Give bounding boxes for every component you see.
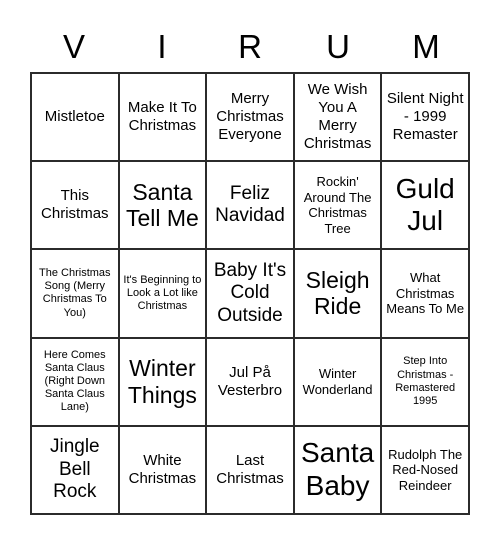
bingo-cell-2-4[interactable]: What Christmas Means To Me — [382, 250, 470, 339]
bingo-cell-label: Rudolph The Red-Nosed Reindeer — [388, 446, 463, 493]
bingo-cell-label: Baby It's Cold Outside — [213, 259, 287, 326]
bingo-cell-1-4[interactable]: Guld Jul — [382, 162, 470, 251]
bingo-cell-label: Santa Tell Me — [125, 178, 199, 232]
bingo-cell-label: Step Into Christmas - Remastered 1995 — [395, 355, 456, 407]
bingo-cell-label: Last Christmas — [216, 451, 284, 487]
bingo-cell-label: Feliz Navidad — [215, 182, 285, 227]
bingo-cell-label: Silent Night - 1999 Remaster — [386, 90, 464, 144]
bingo-cell-3-4[interactable]: Step Into Christmas - Remastered 1995 — [382, 338, 470, 427]
bingo-cell-label: Sleigh Ride — [305, 266, 370, 320]
bingo-cell-label: It's Beginning to Look a Lot like Christ… — [123, 273, 202, 313]
bingo-cell-3-1[interactable]: Winter Things — [119, 338, 208, 427]
bingo-cell-2-1[interactable]: It's Beginning to Look a Lot like Christ… — [119, 250, 208, 339]
bingo-cell-label: This Christmas — [41, 187, 109, 223]
bingo-cell-0-1[interactable]: Make It To Christmas — [119, 74, 208, 163]
bingo-cell-4-3[interactable]: Santa Baby — [294, 426, 383, 515]
bingo-cell-label: We Wish You A Merry Christmas — [303, 81, 372, 153]
header-letter-4: M — [412, 27, 440, 65]
bingo-cell-label: Mistletoe — [44, 108, 105, 126]
bingo-cell-2-0[interactable]: The Christmas Song (Merry Christmas To Y… — [32, 250, 120, 339]
bingo-cell-label: White Christmas — [128, 451, 197, 487]
header-letter-1: I — [157, 27, 167, 65]
bingo-cell-4-2[interactable]: Last Christmas — [207, 426, 295, 515]
bingo-cell-0-3[interactable]: We Wish You A Merry Christmas — [294, 74, 383, 163]
bingo-cell-label: Winter Wonderland — [302, 366, 373, 397]
bingo-cell-label: Make It To Christmas — [127, 99, 197, 135]
bingo-header-letters: V I R U M — [30, 22, 470, 70]
bingo-grid: Mistletoe Make It To Christmas Merry Chr… — [30, 72, 470, 515]
bingo-cell-4-1[interactable]: White Christmas — [119, 426, 208, 515]
bingo-cell-label: What Christmas Means To Me — [386, 270, 465, 317]
bingo-cell-label: Merry Christmas Everyone — [216, 90, 284, 144]
bingo-cell-4-4[interactable]: Rudolph The Red-Nosed Reindeer — [382, 426, 470, 515]
bingo-cell-2-3[interactable]: Sleigh Ride — [294, 250, 383, 339]
bingo-cell-label: Winter Things — [127, 355, 197, 408]
bingo-cell-1-0[interactable]: This Christmas — [32, 162, 120, 251]
bingo-cell-3-0[interactable]: Here Comes Santa Claus (Right Down Santa… — [32, 338, 120, 427]
bingo-cell-3-3[interactable]: Winter Wonderland — [294, 338, 383, 427]
bingo-cell-0-4[interactable]: Silent Night - 1999 Remaster — [382, 74, 470, 163]
bingo-cell-3-2[interactable]: Jul På Vesterbro — [207, 338, 295, 427]
bingo-cell-2-2[interactable]: Baby It's Cold Outside — [207, 250, 295, 339]
bingo-cell-0-2[interactable]: Merry Christmas Everyone — [207, 74, 295, 163]
bingo-cell-1-1[interactable]: Santa Tell Me — [119, 162, 208, 251]
bingo-cell-1-3[interactable]: Rockin' Around The Christmas Tree — [294, 162, 383, 251]
bingo-card: V I R U M Mistletoe Make It To Christmas… — [0, 0, 500, 544]
bingo-cell-4-0[interactable]: Jingle Bell Rock — [32, 426, 120, 515]
header-letter-2: R — [238, 27, 262, 65]
bingo-cell-0-0[interactable]: Mistletoe — [32, 74, 120, 163]
bingo-cell-label: Jingle Bell Rock — [49, 436, 100, 503]
bingo-cell-label: Rockin' Around The Christmas Tree — [303, 174, 372, 236]
bingo-cell-1-2[interactable]: Feliz Navidad — [207, 162, 295, 251]
bingo-cell-label: Santa Baby — [301, 437, 375, 501]
bingo-cell-label: Guld Jul — [395, 172, 455, 237]
bingo-cell-label: Here Comes Santa Claus (Right Down Santa… — [43, 348, 106, 414]
header-letter-3: U — [326, 27, 350, 65]
bingo-cell-label: The Christmas Song (Merry Christmas To Y… — [39, 267, 111, 319]
header-letter-0: V — [62, 27, 85, 65]
bingo-cell-label: Jul På Vesterbro — [217, 363, 283, 399]
